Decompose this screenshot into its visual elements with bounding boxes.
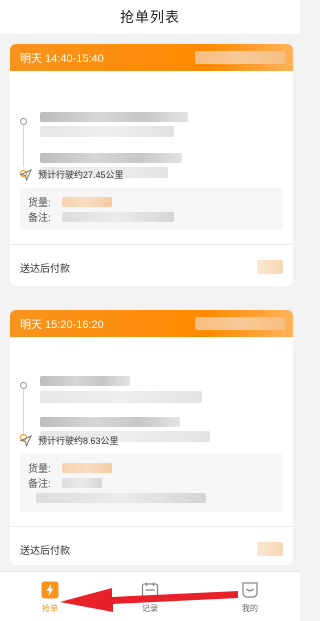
route-line — [23, 125, 24, 167]
cargo-row: 货量: — [28, 460, 275, 475]
lightning-icon — [40, 580, 60, 600]
cargo-label: 货量: — [28, 464, 51, 475]
payment-text: 送达后付款 — [20, 545, 70, 557]
cargo-row: 货量: — [28, 194, 275, 209]
cargo-info: 货量: 备注: — [20, 188, 283, 230]
divider — [10, 244, 293, 245]
order-card[interactable]: 明天 14:40-15:40 预计行驶约27.45公里 货量: 备注: 送达后付… — [10, 44, 293, 286]
order-time: 明天 15:20-16:20 — [20, 318, 104, 331]
route — [10, 71, 293, 178]
tab-bar: 抢单 记录 我的 — [0, 571, 300, 621]
tab-label: 记录 — [142, 603, 158, 613]
header: 抢单列表 — [0, 0, 300, 34]
distance-row: 预计行驶约27.45公里 — [20, 168, 124, 181]
redacted-note-continued — [36, 492, 206, 503]
distance-text: 预计行驶约27.45公里 — [38, 170, 124, 180]
redacted-pickup-address — [40, 376, 130, 386]
tab-label: 抢单 — [42, 603, 58, 613]
note-label: 备注: — [28, 213, 51, 224]
calendar-icon — [140, 580, 160, 600]
redacted-price — [257, 542, 283, 556]
order-time-bar: 明天 15:20-16:20 — [10, 310, 293, 337]
redacted-price — [257, 260, 283, 274]
payment-row: 送达后付款 — [20, 539, 283, 559]
pickup-dot-icon — [20, 382, 27, 389]
app-root: 抢单列表 明天 14:40-15:40 预计行驶约27.45公里 货量: 备注:… — [0, 0, 300, 621]
page-title: 抢单列表 — [120, 9, 180, 25]
note-label: 备注: — [28, 479, 51, 490]
cargo-info: 货量: 备注: — [20, 454, 283, 512]
pickup-dot-icon — [20, 118, 27, 125]
redacted-header-info — [195, 317, 285, 330]
route-line — [23, 389, 24, 435]
redacted-note — [62, 211, 174, 222]
tab-mine[interactable]: 我的 — [200, 572, 300, 621]
order-time-bar: 明天 14:40-15:40 — [10, 44, 293, 71]
redacted-note — [62, 477, 102, 488]
navigation-icon — [20, 168, 32, 181]
payment-row: 送达后付款 — [20, 257, 283, 277]
divider — [10, 526, 293, 527]
tab-records[interactable]: 记录 — [100, 572, 200, 621]
tab-grab-orders[interactable]: 抢单 — [0, 572, 100, 621]
redacted-pickup-detail — [40, 126, 174, 137]
note-row-2 — [28, 490, 275, 505]
payment-text: 送达后付款 — [20, 263, 70, 275]
redacted-dropoff-address — [40, 417, 180, 427]
redacted-cargo — [62, 462, 112, 473]
distance-row: 预计行驶约8.63公里 — [20, 434, 119, 447]
order-time: 明天 14:40-15:40 — [20, 52, 104, 65]
route — [10, 337, 293, 442]
smile-face-icon — [240, 580, 260, 600]
order-card[interactable]: 明天 15:20-16:20 预计行驶约8.63公里 货量: 备注: 送达后付款 — [10, 310, 293, 565]
distance-text: 预计行驶约8.63公里 — [38, 436, 119, 446]
note-row: 备注: — [28, 209, 275, 224]
note-row: 备注: — [28, 475, 275, 490]
redacted-header-info — [195, 51, 285, 64]
cargo-label: 货量: — [28, 198, 51, 209]
redacted-pickup-address — [40, 112, 188, 122]
redacted-cargo — [62, 196, 112, 207]
redacted-pickup-detail — [40, 391, 202, 403]
tab-label: 我的 — [242, 603, 258, 613]
navigation-icon — [20, 434, 32, 447]
redacted-dropoff-address — [40, 153, 182, 163]
